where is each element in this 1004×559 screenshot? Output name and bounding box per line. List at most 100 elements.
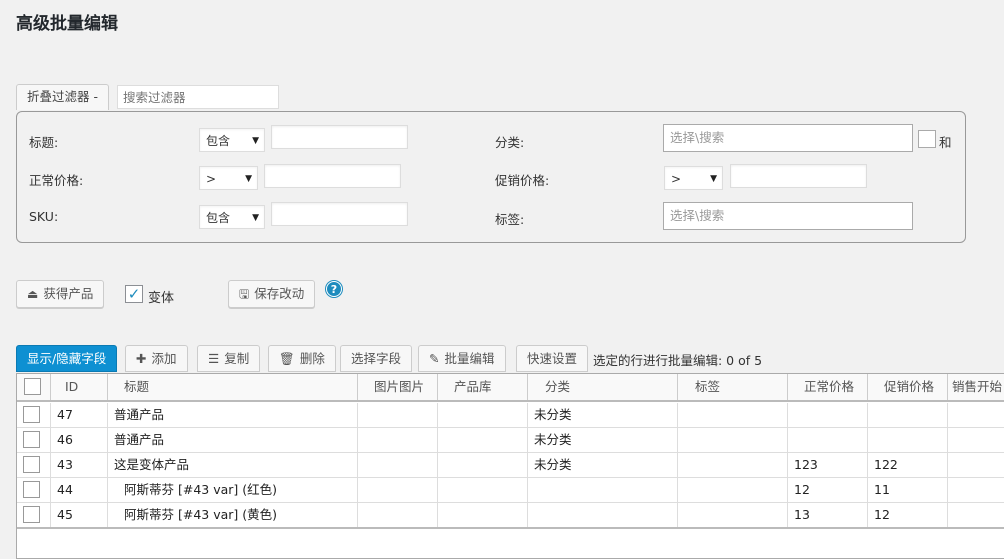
- sale-price-cell[interactable]: [868, 403, 948, 427]
- category-cell[interactable]: 未分类: [528, 453, 678, 477]
- tag-filter-label: 标签:: [495, 212, 525, 227]
- tags-cell[interactable]: [678, 453, 788, 477]
- bulk-edit-button[interactable]: ✎ 批量编辑: [418, 345, 506, 372]
- image-cell[interactable]: [358, 428, 438, 452]
- gallery-cell[interactable]: [438, 453, 528, 477]
- gallery-cell[interactable]: [438, 478, 528, 502]
- row-checkbox[interactable]: [23, 506, 40, 523]
- column-header-category[interactable]: 分类: [528, 374, 678, 400]
- title-cell[interactable]: 普通产品: [108, 428, 358, 452]
- id-cell[interactable]: 47: [51, 403, 108, 427]
- image-cell[interactable]: [358, 478, 438, 502]
- collapse-filters-button[interactable]: 折叠过滤器 -: [16, 84, 109, 110]
- category-and-checkbox[interactable]: [918, 130, 936, 148]
- sale-start-cell[interactable]: [948, 478, 1004, 502]
- page-title: 高级批量编辑: [16, 14, 118, 34]
- add-row-button[interactable]: ✚ 添加: [125, 345, 188, 372]
- title-cell[interactable]: 普通产品: [108, 403, 358, 427]
- sale-start-cell[interactable]: [948, 428, 1004, 452]
- sale-start-cell[interactable]: [948, 503, 1004, 527]
- row-checkbox[interactable]: [23, 456, 40, 473]
- title-operator-select[interactable]: 包含 ▼: [199, 128, 265, 152]
- column-header-regular-price[interactable]: 正常价格: [788, 374, 868, 400]
- sale-start-cell[interactable]: [948, 453, 1004, 477]
- variants-label: 变体: [148, 291, 175, 306]
- title-cell[interactable]: 阿斯蒂芬 [#43 var] (黄色): [108, 503, 358, 527]
- category-cell[interactable]: 未分类: [528, 428, 678, 452]
- delete-row-button[interactable]: 🗑 删除: [268, 345, 336, 372]
- column-header-gallery[interactable]: 产品库: [438, 374, 528, 400]
- column-header-sale-start[interactable]: 销售开始: [948, 374, 1004, 400]
- sale-price-filter-input[interactable]: [730, 164, 867, 188]
- sale-price-cell[interactable]: 122: [868, 453, 948, 477]
- get-products-button[interactable]: ⏏ 获得产品: [16, 280, 105, 308]
- category-filter-label: 分类:: [495, 135, 525, 150]
- tags-cell[interactable]: [678, 403, 788, 427]
- id-cell[interactable]: 46: [51, 428, 108, 452]
- title-cell[interactable]: 这是变体产品: [108, 453, 358, 477]
- category-cell[interactable]: [528, 478, 678, 502]
- regular-price-cell[interactable]: 123: [788, 453, 868, 477]
- table-row[interactable]: 45 阿斯蒂芬 [#43 var] (黄色) 13 12: [17, 503, 1004, 529]
- sale-price-operator-select[interactable]: > ▼: [664, 166, 723, 190]
- sale-price-filter-label: 促销价格:: [495, 173, 550, 188]
- sku-operator-select[interactable]: 包含 ▼: [199, 205, 265, 229]
- edit-icon: ✎: [429, 351, 440, 366]
- category-cell[interactable]: 未分类: [528, 403, 678, 427]
- column-header-sale-price[interactable]: 促销价格: [868, 374, 948, 400]
- image-cell[interactable]: [358, 403, 438, 427]
- regular-price-filter-label: 正常价格:: [29, 173, 84, 188]
- filter-search-input[interactable]: [117, 85, 279, 109]
- id-cell[interactable]: 45: [51, 503, 108, 527]
- help-icon[interactable]: ?: [326, 281, 342, 297]
- table-row[interactable]: 46 普通产品 未分类: [17, 428, 1004, 453]
- regular-price-cell[interactable]: [788, 428, 868, 452]
- gallery-cell[interactable]: [438, 503, 528, 527]
- regular-price-cell[interactable]: 13: [788, 503, 868, 527]
- quick-settings-button[interactable]: 快速设置: [516, 345, 589, 372]
- tag-filter-select[interactable]: 选择\搜索: [663, 202, 913, 230]
- select-all-checkbox[interactable]: [24, 378, 41, 395]
- table-row[interactable]: 43 这是变体产品 未分类 123 122: [17, 453, 1004, 478]
- column-header-title[interactable]: 标题: [108, 374, 358, 400]
- row-checkbox[interactable]: [23, 406, 40, 423]
- sale-start-cell[interactable]: [948, 403, 1004, 427]
- tags-cell[interactable]: [678, 428, 788, 452]
- image-cell[interactable]: [358, 453, 438, 477]
- title-cell[interactable]: 阿斯蒂芬 [#43 var] (红色): [108, 478, 358, 502]
- chevron-down-icon: ▼: [710, 174, 717, 184]
- sale-price-cell[interactable]: [868, 428, 948, 452]
- column-header-id[interactable]: ID: [51, 374, 108, 400]
- regular-price-cell[interactable]: [788, 403, 868, 427]
- sale-price-cell[interactable]: 11: [868, 478, 948, 502]
- row-checkbox[interactable]: [23, 481, 40, 498]
- gallery-cell[interactable]: [438, 428, 528, 452]
- id-cell[interactable]: 43: [51, 453, 108, 477]
- show-hide-fields-button[interactable]: 显示/隐藏字段: [16, 345, 118, 372]
- sku-filter-input[interactable]: [271, 202, 408, 226]
- tags-cell[interactable]: [678, 478, 788, 502]
- column-header-image[interactable]: 图片图片: [358, 374, 438, 400]
- regular-price-operator-select[interactable]: > ▼: [199, 166, 258, 190]
- table-row[interactable]: 47 普通产品 未分类: [17, 403, 1004, 428]
- gallery-cell[interactable]: [438, 403, 528, 427]
- regular-price-cell[interactable]: 12: [788, 478, 868, 502]
- duplicate-row-button[interactable]: ☰ 复制: [197, 345, 261, 372]
- image-cell[interactable]: [358, 503, 438, 527]
- id-cell[interactable]: 44: [51, 478, 108, 502]
- regular-price-filter-input[interactable]: [264, 164, 401, 188]
- select-fields-button[interactable]: 选择字段: [340, 345, 413, 372]
- tags-cell[interactable]: [678, 503, 788, 527]
- chevron-down-icon: ▼: [252, 136, 259, 146]
- save-changes-button[interactable]: 🖫 保存改动: [228, 280, 316, 308]
- save-icon: 🖫: [239, 287, 250, 301]
- variants-checkbox[interactable]: ✓: [125, 285, 143, 303]
- table-row[interactable]: 44 阿斯蒂芬 [#43 var] (红色) 12 11: [17, 478, 1004, 503]
- category-cell[interactable]: [528, 503, 678, 527]
- row-checkbox[interactable]: [23, 431, 40, 448]
- sale-price-cell[interactable]: 12: [868, 503, 948, 527]
- column-header-tags[interactable]: 标签: [678, 374, 788, 400]
- category-filter-select[interactable]: 选择\搜索: [663, 124, 913, 152]
- title-filter-input[interactable]: [271, 125, 408, 149]
- plus-icon: ✚: [136, 351, 147, 366]
